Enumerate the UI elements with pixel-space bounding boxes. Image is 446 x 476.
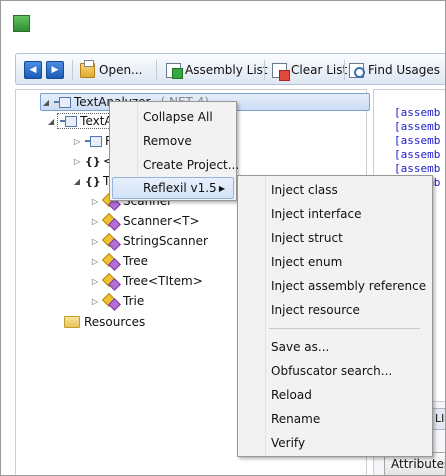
code-line: [assemb [394,134,441,147]
tree-node-label: Tree [123,254,149,268]
tree-node-label: Resources [84,315,146,329]
references-icon [85,136,102,147]
tree-node-class[interactable]: ▷ StringScanner [90,232,208,250]
expand-icon[interactable]: ▷ [90,217,100,226]
menu-item-inject-interface[interactable]: Inject interface [240,203,430,225]
context-menu: Collapse All Remove Create Project... Re… [109,101,239,201]
arrow-left-icon: ◀ [29,65,37,75]
tree-node-label: Scanner<T> [123,214,200,228]
toolbar-separator [156,60,157,80]
collapse-icon[interactable]: ◢ [48,117,54,126]
open-label: Open... [99,63,143,77]
title-bar [1,1,445,47]
arrow-right-icon: ▶ [51,65,59,75]
assembly-list-icon [166,62,183,79]
expand-icon[interactable]: ▷ [90,237,100,246]
menu-item-reload[interactable]: Reload [240,384,430,406]
expand-icon[interactable]: ▷ [72,137,82,146]
code-line: [assemb [394,106,441,119]
class-icon [103,214,119,228]
find-usages-icon [349,62,365,78]
tree-node-module[interactable]: ◢ TextAn [48,112,124,130]
tree-node-label: StringScanner [123,234,208,248]
class-icon [103,234,119,248]
class-icon [103,294,119,308]
forward-button[interactable]: ▶ [46,61,64,79]
module-icon [60,116,78,127]
code-line: [assemb [394,162,441,175]
toolbar-separator [344,60,345,80]
expand-icon[interactable]: ▷ [90,297,100,306]
toolbar-separator [264,60,265,80]
menu-item-inject-struct[interactable]: Inject struct [240,227,430,249]
tree-node-resources[interactable]: Resources [64,313,145,331]
menu-item-label: Reflexil v1.5 [143,181,217,195]
clear-list-icon [272,62,290,81]
menu-item-inject-enum[interactable]: Inject enum [240,251,430,273]
reflexil-submenu: Inject class Inject interface Inject str… [237,175,433,457]
submenu-arrow-icon: ▶ [218,183,225,193]
assembly-list-label: Assembly List [185,63,268,77]
menu-item-verify[interactable]: Verify [240,432,430,454]
menu-item-inject-resource[interactable]: Inject resource [240,299,430,321]
menu-item-remove[interactable]: Remove [112,130,234,152]
tree-node-class[interactable]: ▷ Scanner<T> [90,212,200,230]
find-usages-label: Find Usages [368,63,441,77]
expand-icon[interactable]: ▷ [72,157,82,166]
menu-item-rename[interactable]: Rename [240,408,430,430]
menu-item-create-project[interactable]: Create Project... [112,154,239,176]
tree-node-class[interactable]: ▷ Tree<TItem> [90,272,203,290]
namespace-icon: {} [85,174,101,188]
tree-node-class[interactable]: ▷ Trie [90,292,144,310]
tree-node-label: Tree<TItem> [123,274,203,288]
expand-icon[interactable]: ▷ [90,197,100,206]
back-button[interactable]: ◀ [24,61,42,79]
menu-item-inject-class[interactable]: Inject class [240,179,430,201]
code-line: [assemb [394,148,441,161]
menu-item-save-as[interactable]: Save as... [240,336,430,358]
tree-node-namespace[interactable]: ◢ {} T [72,172,110,190]
open-button[interactable]: Open... [80,59,143,79]
tree-node-label: Trie [123,294,145,308]
collapse-icon[interactable]: ◢ [72,177,82,186]
assembly-icon [54,97,71,108]
clear-list-label: Clear List [291,63,348,77]
toolbar: ◀ ▶ Open... Assembly List Clear List Fin… [15,53,445,85]
code-line: [assemb [394,120,441,133]
expand-icon[interactable]: ▷ [90,277,100,286]
menu-item-reflexil[interactable]: Reflexil v1.5 ▶ [112,177,234,199]
assembly-list-button[interactable]: Assembly List [166,61,268,79]
application-window: ◀ ▶ Open... Assembly List Clear List Fin… [0,0,446,476]
clear-list-button[interactable]: Clear List [272,61,348,81]
app-icon [13,15,30,32]
tree-node-namespace[interactable]: ▷ {} < [72,152,113,170]
menu-item-obfuscator-search[interactable]: Obfuscator search... [240,360,430,382]
menu-item-collapse-all[interactable]: Collapse All [112,106,234,128]
tree-node-class[interactable]: ▷ Tree [90,252,148,270]
tree-node-references[interactable]: ▷ R [72,132,113,150]
toolbar-separator [72,60,73,80]
class-icon [103,274,119,288]
class-icon [103,254,119,268]
folder-open-icon [80,59,95,78]
folder-icon [64,316,80,328]
menu-item-inject-assembly-reference[interactable]: Inject assembly reference [240,275,430,297]
find-usages-button[interactable]: Find Usages [349,61,440,79]
menu-separator [269,328,420,329]
expand-icon[interactable]: ▷ [90,257,100,266]
collapse-icon[interactable]: ◢ [41,98,51,107]
namespace-icon: {} [85,154,101,168]
